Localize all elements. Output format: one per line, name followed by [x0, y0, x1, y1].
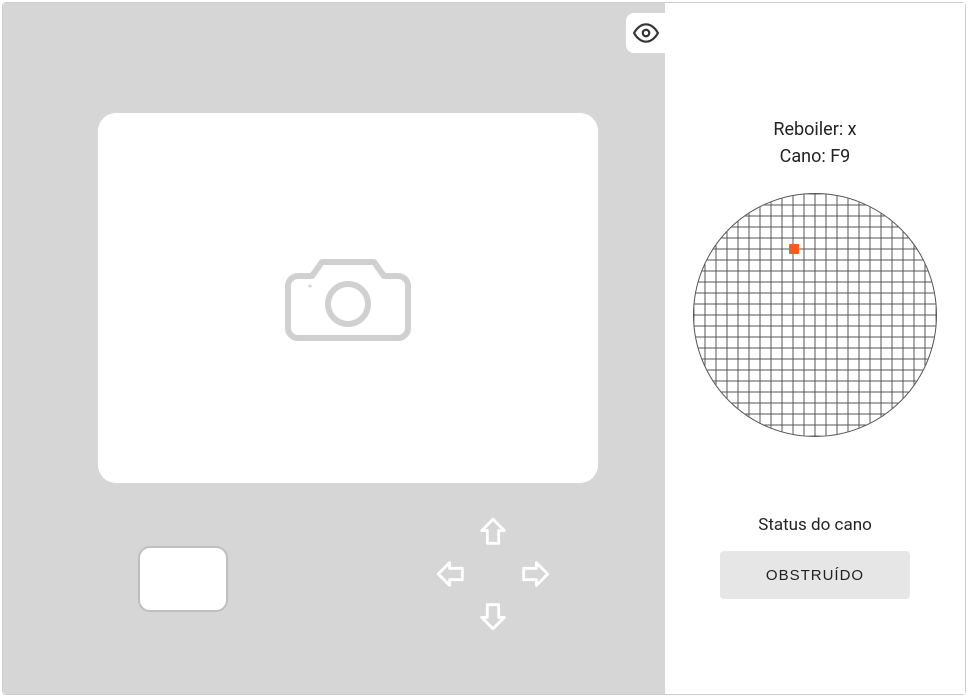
direction-pad: [433, 514, 553, 634]
status-section: Status do cano OBSTRUÍDO: [685, 515, 945, 599]
status-button[interactable]: OBSTRUÍDO: [720, 551, 910, 599]
info-lines: Reboiler: x Cano: F9: [773, 113, 856, 173]
eye-icon: [633, 20, 659, 46]
arrow-left-button[interactable]: [433, 556, 469, 592]
grid-icon: [694, 194, 936, 436]
status-label: Status do cano: [685, 515, 945, 535]
app-container: Reboiler: x Cano: F9 Status do cano OBST…: [2, 2, 966, 695]
reboiler-value: x: [848, 119, 857, 140]
cano-label: Cano:: [780, 146, 831, 167]
radar-marker: [789, 244, 799, 254]
info-panel: Reboiler: x Cano: F9 Status do cano OBST…: [665, 3, 965, 694]
camera-panel: [3, 3, 665, 694]
cano-line: Cano: F9: [773, 146, 856, 167]
arrow-left-icon: [434, 557, 468, 591]
arrow-down-button[interactable]: [475, 598, 511, 634]
thumbnail-view[interactable]: [138, 546, 228, 612]
camera-placeholder: [98, 113, 598, 483]
visibility-toggle-button[interactable]: [626, 13, 666, 53]
arrow-down-icon: [476, 599, 510, 633]
camera-icon: [278, 248, 418, 348]
radar-grid-view[interactable]: [693, 193, 937, 437]
reboiler-line: Reboiler: x: [773, 119, 856, 140]
cano-value: F9: [830, 146, 850, 167]
arrow-up-icon: [476, 515, 510, 549]
reboiler-label: Reboiler:: [773, 119, 847, 140]
arrow-up-button[interactable]: [475, 514, 511, 550]
arrow-right-button[interactable]: [517, 556, 553, 592]
arrow-right-icon: [518, 557, 552, 591]
